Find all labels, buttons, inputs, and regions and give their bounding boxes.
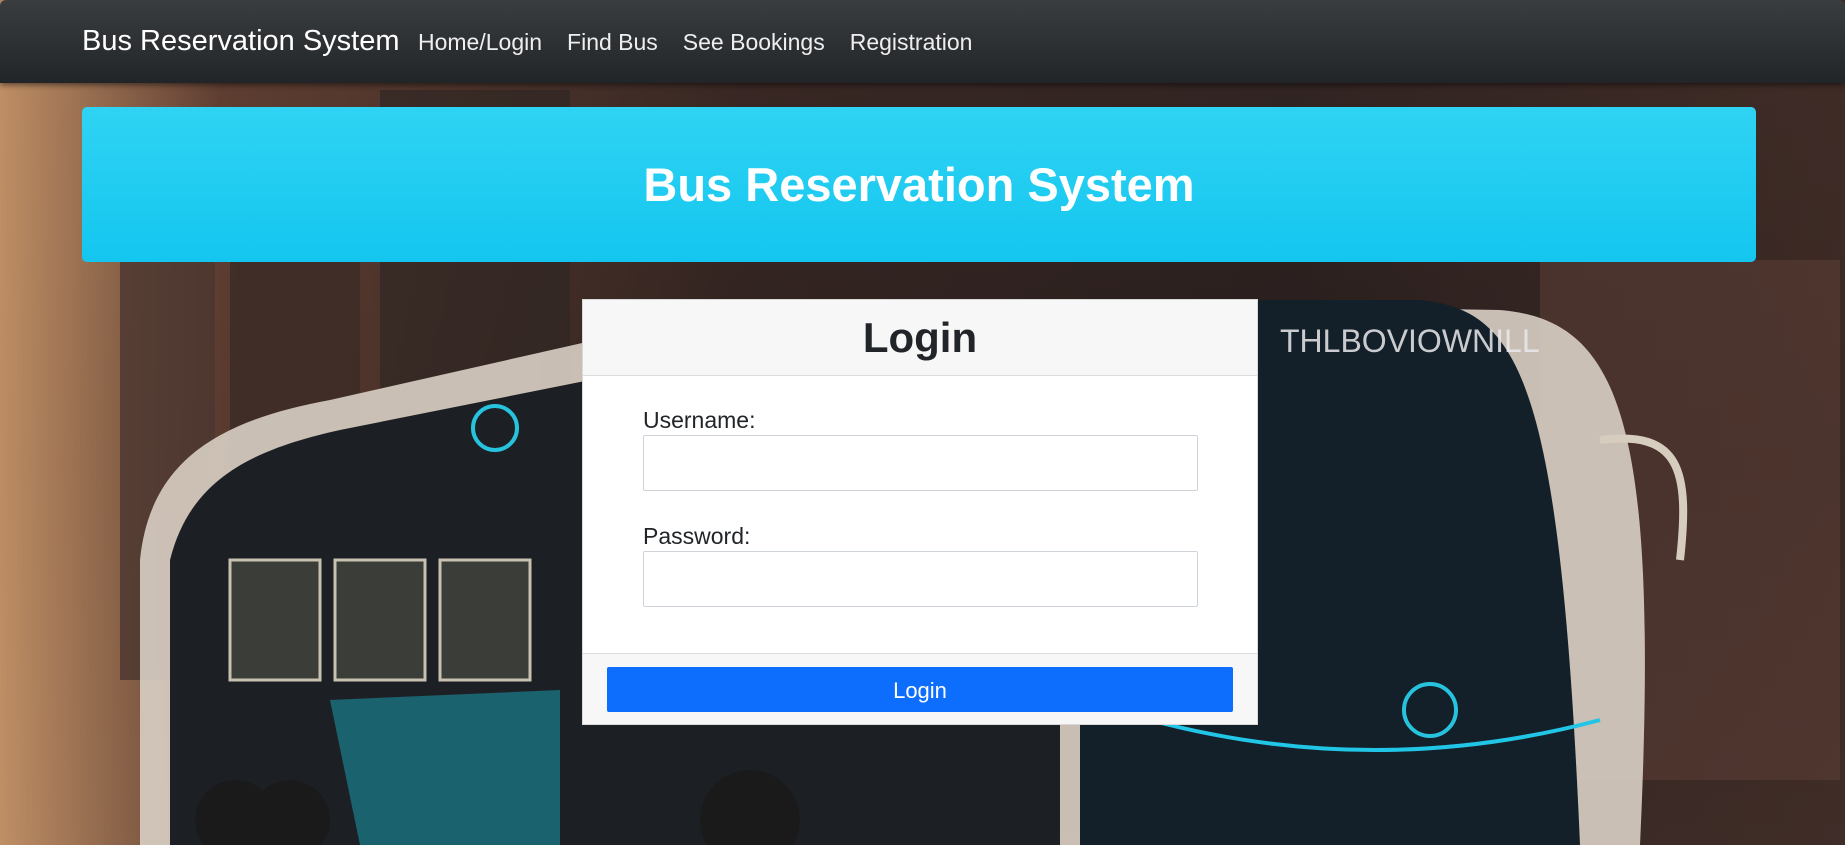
username-input[interactable] xyxy=(643,435,1198,491)
nav-link-home-login[interactable]: Home/Login xyxy=(418,26,542,58)
banner-title: Bus Reservation System xyxy=(643,158,1195,211)
nav-links: Home/Login Find Bus See Bookings Registr… xyxy=(418,26,997,58)
login-card-header: Login xyxy=(583,300,1257,376)
login-card: Login Username: Password: Login xyxy=(582,299,1258,725)
login-title: Login xyxy=(862,314,978,361)
nav-link-see-bookings[interactable]: See Bookings xyxy=(683,26,825,58)
nav-link-registration[interactable]: Registration xyxy=(850,26,973,58)
password-label: Password: xyxy=(643,523,751,549)
password-input[interactable] xyxy=(643,551,1198,607)
bus-logo-text: THLBOVIOWNILL xyxy=(1280,323,1540,359)
username-label: Username: xyxy=(643,407,756,433)
login-button[interactable]: Login xyxy=(607,667,1233,712)
login-card-footer: Login xyxy=(583,653,1257,724)
navbar-brand[interactable]: Bus Reservation System xyxy=(82,22,400,60)
nav-link-find-bus[interactable]: Find Bus xyxy=(567,26,658,58)
top-navbar: Bus Reservation System Home/Login Find B… xyxy=(0,0,1845,83)
hero-banner: Bus Reservation System xyxy=(82,107,1756,262)
